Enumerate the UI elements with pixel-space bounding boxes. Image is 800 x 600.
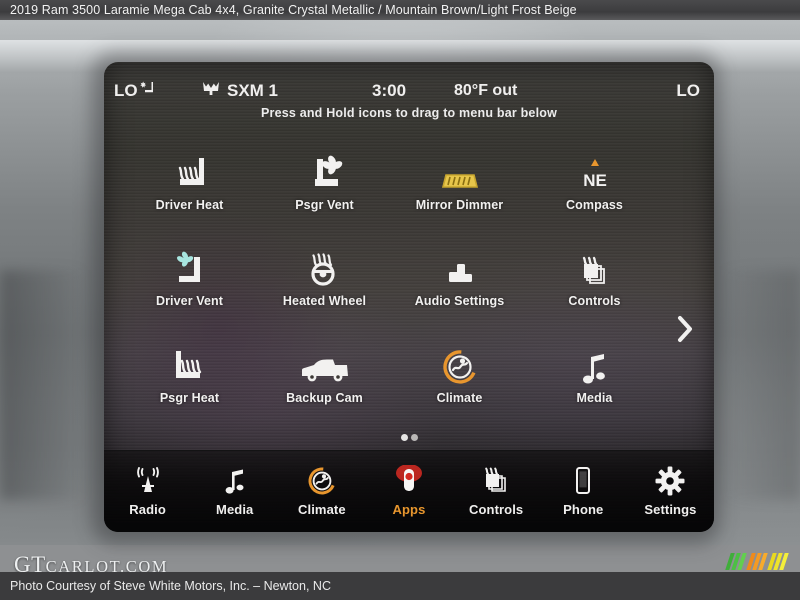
apps-icon — [394, 465, 424, 496]
app-tile-driver-heat[interactable]: Driver Heat — [122, 134, 257, 231]
menu-item-label: Radio — [129, 502, 166, 517]
listing-caption: 2019 Ram 3500 Laramie Mega Cab 4x4, Gran… — [0, 0, 800, 20]
passenger-temp-indicator[interactable]: LO — [676, 81, 700, 101]
menu-item-radio[interactable]: Radio — [104, 451, 191, 532]
seat-vent-icon — [169, 249, 211, 289]
gear-icon — [655, 466, 685, 496]
screenshot-root: 2019 Ram 3500 Laramie Mega Cab 4x4, Gran… — [0, 0, 800, 600]
app-tile-controls[interactable]: Controls — [527, 231, 662, 328]
driver-temp-value: LO — [114, 81, 138, 100]
app-tile-label: Compass — [566, 197, 623, 212]
app-tile-compass[interactable]: NE Compass — [527, 134, 662, 231]
radio-antenna-icon — [133, 466, 163, 496]
menu-item-label: Phone — [563, 502, 604, 517]
seat-heat-icon — [169, 153, 211, 193]
app-tile-climate[interactable]: Climate — [392, 327, 527, 424]
audio-source-indicator[interactable]: SXM 1 — [202, 81, 278, 101]
controls-icon — [480, 466, 512, 496]
seat-vent-icon — [304, 153, 346, 193]
menu-item-climate[interactable]: Climate — [278, 451, 365, 532]
dash-shadow-left — [0, 270, 86, 500]
status-bar: LO SXM 1 3:00 80°F out LO — [104, 76, 714, 106]
bar-group-yellow — [767, 553, 789, 570]
compass-icon: NE — [574, 153, 616, 193]
page-dot-active — [400, 434, 408, 441]
menu-item-settings[interactable]: Settings — [627, 451, 714, 532]
app-tile-label: Controls — [568, 294, 621, 309]
page-dot — [410, 434, 418, 441]
app-tile-psgr-heat[interactable]: Psgr Heat — [122, 327, 257, 424]
app-tile-heated-wheel[interactable]: Heated Wheel — [257, 231, 392, 328]
app-tile-backup-cam[interactable]: Backup Cam — [257, 327, 392, 424]
bottom-menu-bar: Radio Media Climate Apps Controls Phone … — [104, 450, 714, 532]
app-tile-audio-settings[interactable]: Audio Settings — [392, 231, 527, 328]
watermark-bars — [725, 553, 789, 570]
dash-shadow-right — [720, 270, 800, 500]
app-tile-label: Psgr Vent — [295, 197, 354, 212]
menu-item-apps[interactable]: Apps — [365, 451, 452, 532]
backup-camera-icon — [297, 346, 353, 386]
app-tile-label: Heated Wheel — [282, 294, 367, 309]
app-tile-label: Climate — [436, 391, 483, 406]
photo-credit-footer: Photo Courtesy of Steve White Motors, In… — [0, 572, 800, 600]
uconnect-screen[interactable]: LO SXM 1 3:00 80°F out LO Press and Hold… — [104, 62, 714, 532]
chevron-right-icon — [675, 314, 695, 349]
mirror-dimmer-icon — [438, 153, 482, 193]
menu-item-controls[interactable]: Controls — [453, 451, 540, 532]
page-indicator[interactable] — [104, 434, 714, 441]
app-tile-driver-vent[interactable]: Driver Vent — [122, 231, 257, 328]
app-tile-label: Mirror Dimmer — [415, 197, 504, 212]
seat-heat-icon — [169, 346, 211, 386]
climate-icon — [306, 466, 338, 496]
climate-icon — [440, 346, 480, 386]
driver-temp-indicator[interactable]: LO — [114, 80, 155, 102]
menu-item-media[interactable]: Media — [191, 451, 278, 532]
bar-group-green — [725, 553, 747, 570]
media-note-icon — [222, 466, 248, 496]
heated-steering-wheel-icon — [304, 249, 346, 289]
menu-item-label: Media — [216, 502, 254, 517]
app-tile-psgr-vent[interactable]: Psgr Vent — [257, 134, 392, 231]
audio-settings-icon — [439, 249, 481, 289]
menu-item-phone[interactable]: Phone — [540, 451, 627, 532]
app-tile-label: Driver Heat — [155, 197, 224, 212]
menu-item-label: Settings — [644, 502, 697, 517]
satellite-radio-icon — [202, 81, 220, 101]
bar-group-orange — [746, 553, 768, 570]
controls-icon — [574, 249, 616, 289]
app-tile-mirror-dimmer[interactable]: Mirror Dimmer — [392, 134, 527, 231]
app-tile-label: Backup Cam — [286, 391, 363, 406]
phone-icon — [572, 466, 594, 496]
svg-text:NE: NE — [583, 171, 607, 190]
audio-source-label: SXM 1 — [227, 81, 279, 100]
app-tile-label: Media — [576, 391, 613, 406]
menu-item-label: Controls — [469, 502, 524, 517]
clock[interactable]: 3:00 — [372, 81, 406, 101]
outside-temperature: 80°F out — [454, 82, 518, 99]
menu-item-label: Apps — [392, 502, 426, 517]
app-tile-label: Driver Vent — [155, 294, 224, 309]
app-tile-label: Audio Settings — [414, 294, 505, 309]
seat-climate-icon — [139, 80, 155, 102]
drag-hint-text: Press and Hold icons to drag to menu bar… — [260, 106, 558, 120]
next-page-button[interactable] — [672, 314, 698, 348]
menu-item-label: Climate — [298, 502, 346, 517]
app-tile-media[interactable]: Media — [527, 327, 662, 424]
media-note-icon — [579, 346, 611, 386]
app-tile-label: Psgr Heat — [159, 391, 220, 406]
apps-icon-grid: Driver Heat Psgr Vent Mirror Dimmer NE C… — [122, 134, 662, 424]
